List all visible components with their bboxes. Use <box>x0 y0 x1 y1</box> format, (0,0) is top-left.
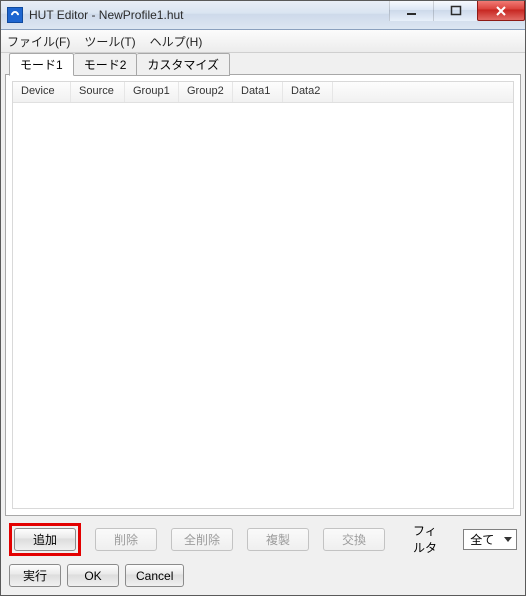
maximize-icon <box>450 5 462 17</box>
filter-combo[interactable]: 全て <box>463 529 517 550</box>
menu-bar: ファイル(F) ツール(T) ヘルプ(H) <box>1 30 525 53</box>
column-data2[interactable]: Data2 <box>283 82 333 102</box>
client-area: モード1 モード2 カスタマイズ Device Source Group1 Gr… <box>1 53 525 595</box>
column-source[interactable]: Source <box>71 82 125 102</box>
minimize-icon <box>406 5 418 17</box>
window-title: HUT Editor - NewProfile1.hut <box>29 8 184 22</box>
menu-tool[interactable]: ツール(T) <box>84 33 135 50</box>
title-bar: HUT Editor - NewProfile1.hut <box>1 1 525 30</box>
ok-button[interactable]: OK <box>67 564 119 587</box>
list-body <box>13 103 513 508</box>
maximize-button[interactable] <box>433 1 477 21</box>
menu-file[interactable]: ファイル(F) <box>7 33 70 50</box>
run-button[interactable]: 実行 <box>9 564 61 587</box>
filter-label: フィルタ <box>413 522 445 556</box>
column-group2[interactable]: Group2 <box>179 82 233 102</box>
close-button[interactable] <box>477 1 525 21</box>
add-button[interactable]: 追加 <box>14 528 76 551</box>
list-view[interactable]: Device Source Group1 Group2 Data1 Data2 <box>12 81 514 509</box>
menu-help[interactable]: ヘルプ(H) <box>150 33 203 50</box>
tab-mode1[interactable]: モード1 <box>9 53 74 76</box>
cancel-button[interactable]: Cancel <box>125 564 184 587</box>
tab-strip: モード1 モード2 カスタマイズ <box>5 55 521 75</box>
tab-customize[interactable]: カスタマイズ <box>137 53 230 76</box>
button-row-1: 追加 削除 全削除 複製 交換 フィルタ 全て <box>9 522 517 556</box>
app-icon <box>7 7 23 23</box>
window-controls <box>389 1 525 21</box>
close-icon <box>495 5 507 17</box>
tab-mode2[interactable]: モード2 <box>74 53 138 76</box>
minimize-button[interactable] <box>389 1 433 21</box>
delete-all-button[interactable]: 全削除 <box>171 528 233 551</box>
add-button-highlight: 追加 <box>9 523 81 556</box>
column-device[interactable]: Device <box>13 82 71 102</box>
duplicate-button[interactable]: 複製 <box>247 528 309 551</box>
column-data1[interactable]: Data1 <box>233 82 283 102</box>
chevron-down-icon <box>504 537 512 542</box>
button-area: 追加 削除 全削除 複製 交換 フィルタ 全て 実行 OK Cancel <box>5 516 521 591</box>
column-spacer <box>333 82 513 102</box>
swap-button[interactable]: 交換 <box>323 528 385 551</box>
filter-combo-value: 全て <box>470 531 494 548</box>
delete-button[interactable]: 削除 <box>95 528 157 551</box>
tab-page: Device Source Group1 Group2 Data1 Data2 <box>5 74 521 516</box>
column-group1[interactable]: Group1 <box>125 82 179 102</box>
app-window: HUT Editor - NewProfile1.hut ファイル(F) ツール… <box>0 0 526 596</box>
list-header: Device Source Group1 Group2 Data1 Data2 <box>13 82 513 103</box>
button-row-2: 実行 OK Cancel <box>9 564 517 587</box>
